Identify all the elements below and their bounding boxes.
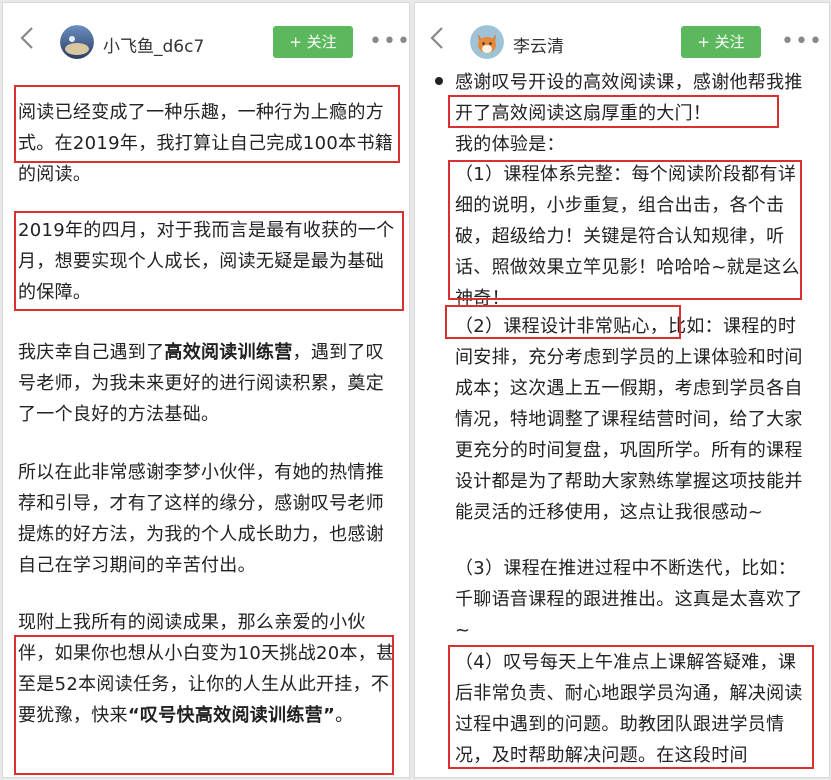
highlight-box [445, 305, 681, 339]
left-post-content: 阅读已经变成了一种乐趣，一种行为上瘾的方式。在2019年，我打算让自己完成100… [3, 75, 409, 777]
highlight-box [448, 95, 779, 128]
more-options-icon[interactable]: ••• [781, 29, 822, 55]
avatar[interactable] [470, 25, 504, 59]
highlight-box [448, 645, 814, 769]
back-arrow-icon[interactable] [15, 25, 41, 51]
right-post-panel: 李云清 + 关注 ••• 感谢叹号开设的高效阅读课，感谢他帮我推开了高效阅读这扇… [414, 2, 830, 778]
highlight-box [14, 85, 400, 163]
highlight-box [448, 160, 802, 300]
bullet-dot [435, 77, 443, 85]
post-paragraph: 我的体验是： [455, 134, 565, 155]
post-paragraph: 所以在此非常感谢李梦小伙伴，有她的热情推荐和引导，才有了这样的缘分，感谢叹号老师… [18, 462, 384, 576]
follow-button[interactable]: + 关注 [681, 26, 761, 58]
back-arrow-icon[interactable] [425, 25, 451, 51]
post-paragraph: 我庆幸自己遇到了高效阅读训练营，遇到了叹号老师，为我未来更好的进行阅读积累，奠定… [18, 342, 385, 425]
highlight-box [14, 635, 394, 775]
more-options-icon[interactable]: ••• [369, 29, 409, 55]
right-top-bar: 李云清 + 关注 ••• [415, 3, 829, 75]
post-paragraph: （3）课程在推进过程中不断迭代，比如：千聊语音课程的跟进推出。这真是太喜欢了~ [455, 558, 803, 641]
username[interactable]: 李云清 [513, 32, 564, 57]
highlight-box [14, 211, 404, 311]
username[interactable]: 小飞鱼_d6c7 [103, 32, 204, 57]
right-post-content: 感谢叹号开设的高效阅读课，感谢他帮我推开了高效阅读这扇厚重的大门！ 我的体验是：… [415, 72, 829, 777]
left-post-panel: 小飞鱼_d6c7 + 关注 ••• 阅读已经变成了一种乐趣，一种行为上瘾的方式。… [2, 2, 410, 778]
post-paragraph: （2）课程设计非常贴心，比如：课程的时间安排，充分考虑到学员的上课体验和时间成本… [455, 316, 803, 523]
follow-button[interactable]: + 关注 [273, 26, 353, 58]
avatar[interactable] [60, 25, 94, 59]
left-top-bar: 小飞鱼_d6c7 + 关注 ••• [3, 3, 409, 75]
